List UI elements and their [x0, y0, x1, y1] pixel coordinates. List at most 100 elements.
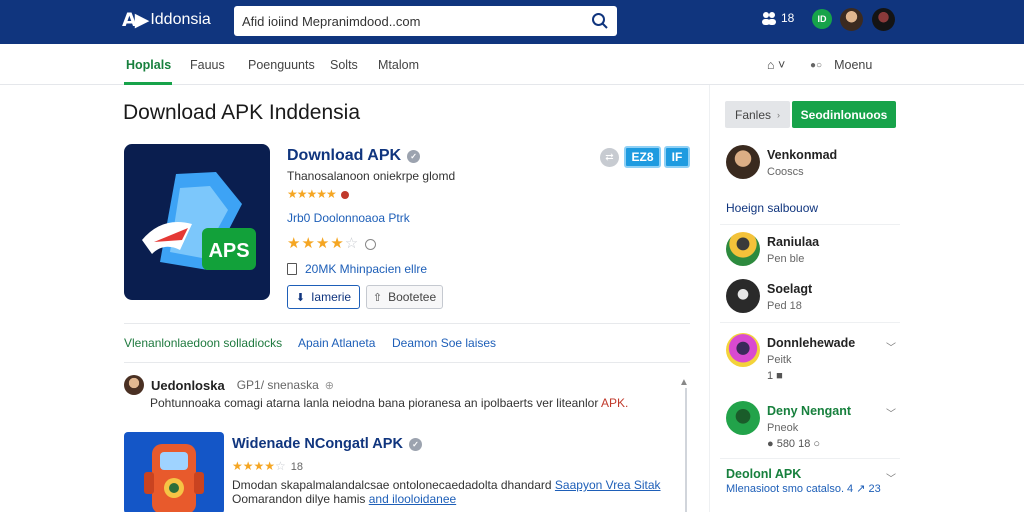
sidebar-user-meta: Peitk	[767, 354, 792, 366]
category-link-1[interactable]: Vlenanlonlaedoon solladiocks	[124, 336, 282, 350]
active-tab-indicator	[124, 82, 172, 85]
app-logo-label: APS	[208, 240, 249, 262]
post-text-body: Pohtunnoaka comagi atarna lanla neiodna …	[150, 396, 599, 410]
avatar	[726, 279, 760, 313]
scrollbar[interactable]	[685, 388, 687, 512]
sidebar-user-name: Raniulaa	[767, 235, 820, 249]
share-icon[interactable]: ⇄	[600, 148, 619, 167]
divider	[720, 458, 900, 459]
logo-mark: A▶	[122, 9, 149, 31]
card-description-line-1: Dmodan skapalmalandalcsae ontolonecaedad…	[232, 478, 661, 492]
chevron-down-icon[interactable]: ﹀	[886, 405, 896, 420]
divider	[124, 362, 690, 363]
sidebar-user-1[interactable]: Raniulaa Pen ble	[726, 232, 819, 266]
sidebar-user-meta-2: ● 580 18 ○	[767, 438, 821, 450]
author-name: Uedonloska	[151, 377, 225, 393]
document-icon	[287, 263, 297, 275]
chevron-down-icon[interactable]: ﹀	[886, 339, 896, 354]
site-logo[interactable]: A▶ Iddonsia	[122, 9, 211, 31]
chevron-down-icon[interactable]: ﹀	[886, 470, 896, 485]
app-logo-icon: APS	[124, 144, 270, 300]
sidebar-user-name: Venkonmad	[767, 148, 838, 162]
download-icon: ⬇	[295, 291, 306, 304]
app-size-text: 20MK Mhinpacien ellre	[305, 262, 428, 276]
card-app-icon[interactable]	[124, 432, 224, 512]
sidebar-gray-label: Fanles	[734, 107, 772, 122]
tab-solts[interactable]: Solts	[330, 58, 358, 72]
sidebar-user-4[interactable]: Deny Nengant Pneok ● 580 18 ○	[726, 401, 851, 450]
card-rating-count: 18	[290, 461, 304, 473]
sidebar-user-meta-2: 1 ■	[767, 370, 783, 382]
author-meta: GP1/ snenaska	[236, 378, 319, 392]
menu-label: Moenu	[834, 58, 873, 72]
card-title[interactable]: Widenade NCongatl APK ✓	[232, 436, 422, 452]
sidebar-user-name: Soelagt	[767, 282, 813, 296]
tab-mtalom[interactable]: Mtalom	[378, 58, 419, 72]
scroll-up-icon[interactable]: ▲	[679, 377, 689, 388]
app-name[interactable]: Download APK ✓	[287, 147, 421, 165]
secondary-label: Bootetee	[388, 290, 437, 304]
category-link-3[interactable]: Deamon Soe laises	[392, 336, 496, 350]
tab-poenguunts[interactable]: Poenguunts	[248, 58, 315, 72]
chevron-right-icon: ›	[777, 109, 781, 120]
plus-icon[interactable]: ⊕	[325, 379, 334, 392]
badge-ez8[interactable]: EZ8	[624, 146, 661, 168]
arrow-up-icon: ⇧	[372, 291, 383, 304]
install-button[interactable]: ⬇ Iamerie	[287, 285, 360, 309]
card-rating: ★★★★☆ 18	[232, 459, 304, 473]
search-box	[234, 6, 617, 36]
sidebar-user-meta: Pneok	[767, 422, 799, 434]
divider	[720, 322, 900, 323]
sidebar-user-meta: Ped 18	[767, 300, 802, 312]
secondary-button[interactable]: ⇧ Bootetee	[366, 285, 443, 309]
verified-icon: ✓	[407, 149, 421, 163]
menu-button[interactable]: ●○ Moenu	[810, 58, 872, 72]
card-desc-link[interactable]: Saapyon Vrea Sitak	[555, 478, 661, 492]
sidebar-footer-title[interactable]: Deolonl APK	[726, 467, 801, 481]
search-icon[interactable]	[591, 12, 609, 30]
avatar[interactable]	[840, 8, 863, 31]
page-title: Download APK Inddensia	[123, 101, 360, 124]
logo-text: Iddonsia	[150, 11, 211, 28]
install-label: Iamerie	[311, 290, 352, 304]
developer-link[interactable]: Jrb0 Doolonnoaoa Ptrk	[287, 211, 410, 225]
app-name-text: Download APK	[287, 147, 402, 164]
top-header: A▶ Iddonsia 18 ID	[0, 0, 1024, 44]
post-text-highlight: APK.	[600, 396, 629, 410]
category-link-2[interactable]: Apain Atlaneta	[298, 336, 375, 350]
avatar	[726, 145, 760, 179]
post-author[interactable]: Uedonloska GP1/ snenaska ⊕	[124, 375, 334, 395]
sidebar-user-name: Donnlehewade	[767, 336, 856, 350]
app-badge-icon[interactable]: ID	[812, 9, 832, 29]
sidebar-user-3[interactable]: Donnlehewade Peitk 1 ■	[726, 333, 855, 382]
sidebar-separator	[709, 85, 710, 512]
sidebar-footer-meta: Mlenasioot smo catalso. 4 ↗ 23	[726, 483, 881, 495]
users-icon	[762, 12, 776, 25]
flag-icon	[340, 190, 349, 199]
sidebar-gray-button[interactable]: Fanles ›	[725, 101, 790, 128]
search-input[interactable]	[242, 6, 582, 36]
card-desc-text: Oomarandon dilye hamis	[232, 492, 366, 506]
badge-if[interactable]: IF	[664, 146, 690, 168]
verified-icon: ✓	[408, 437, 422, 451]
sidebar-user-name: Deny Nengant	[767, 404, 852, 418]
tab-fauus[interactable]: Fauus	[190, 58, 225, 72]
avatar	[726, 401, 760, 435]
sidebar-user-top[interactable]: Venkonmad Cooscs	[726, 145, 837, 179]
sidebar-green-button[interactable]: Seodinlonuoos	[792, 101, 896, 128]
sidebar-section-link[interactable]: Hoeign salbouow	[726, 201, 818, 215]
tab-hoplals[interactable]: Hoplals	[126, 58, 171, 72]
app-subtitle: Thanosalanoon oniekrpe glomd	[287, 169, 456, 183]
card-desc-link[interactable]: and ilooloidanee	[369, 492, 456, 506]
divider	[720, 224, 900, 225]
sidebar-user-meta: Pen ble	[767, 253, 805, 265]
info-icon[interactable]	[365, 238, 377, 250]
avatar-secondary[interactable]	[872, 8, 895, 31]
user-count[interactable]: 18	[761, 11, 794, 25]
post-text: Pohtunnoaka comagi atarna lanla neiodna …	[150, 396, 628, 410]
sidebar-user-2[interactable]: Soelagt Ped 18	[726, 279, 812, 313]
card-description-line-2: Oomarandon dilye hamis and ilooloidanee	[232, 492, 456, 506]
home-dropdown[interactable]: ⌂ ˅	[767, 58, 785, 72]
avatar	[726, 333, 760, 367]
avatar	[124, 375, 144, 395]
